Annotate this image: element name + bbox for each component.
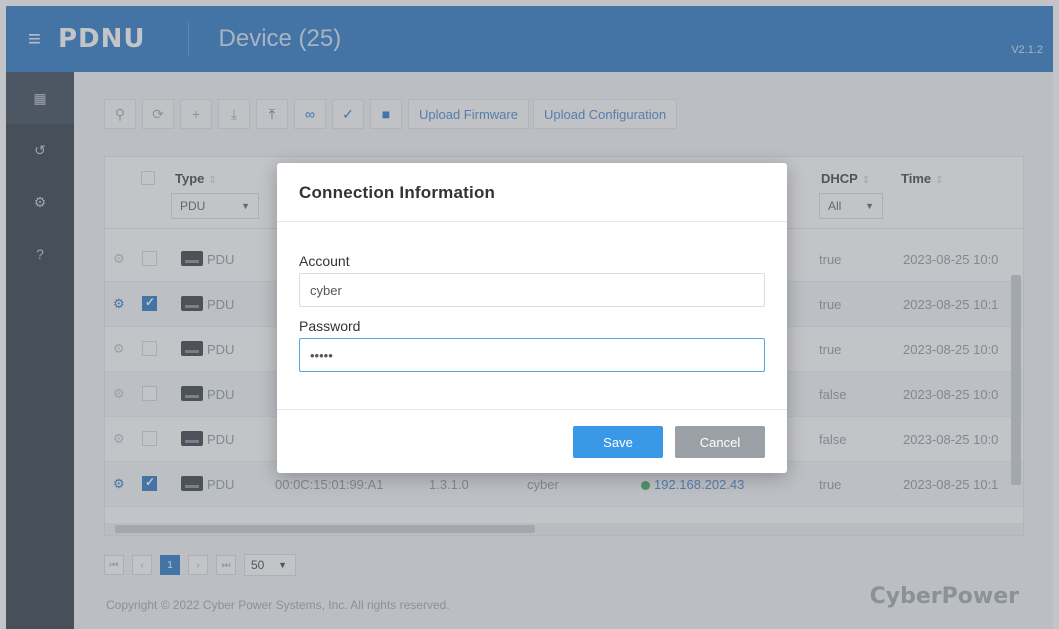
password-field[interactable]: ••••• <box>299 338 765 372</box>
modal-divider <box>277 409 787 410</box>
account-field[interactable]: cyber <box>299 273 765 307</box>
password-label: Password <box>299 318 361 334</box>
connection-modal: Connection Information Account cyber Pas… <box>277 163 787 473</box>
save-button[interactable]: Save <box>573 426 663 458</box>
cancel-button[interactable]: Cancel <box>675 426 765 458</box>
account-label: Account <box>299 253 350 269</box>
modal-divider <box>277 221 787 222</box>
modal-title: Connection Information <box>299 183 496 202</box>
